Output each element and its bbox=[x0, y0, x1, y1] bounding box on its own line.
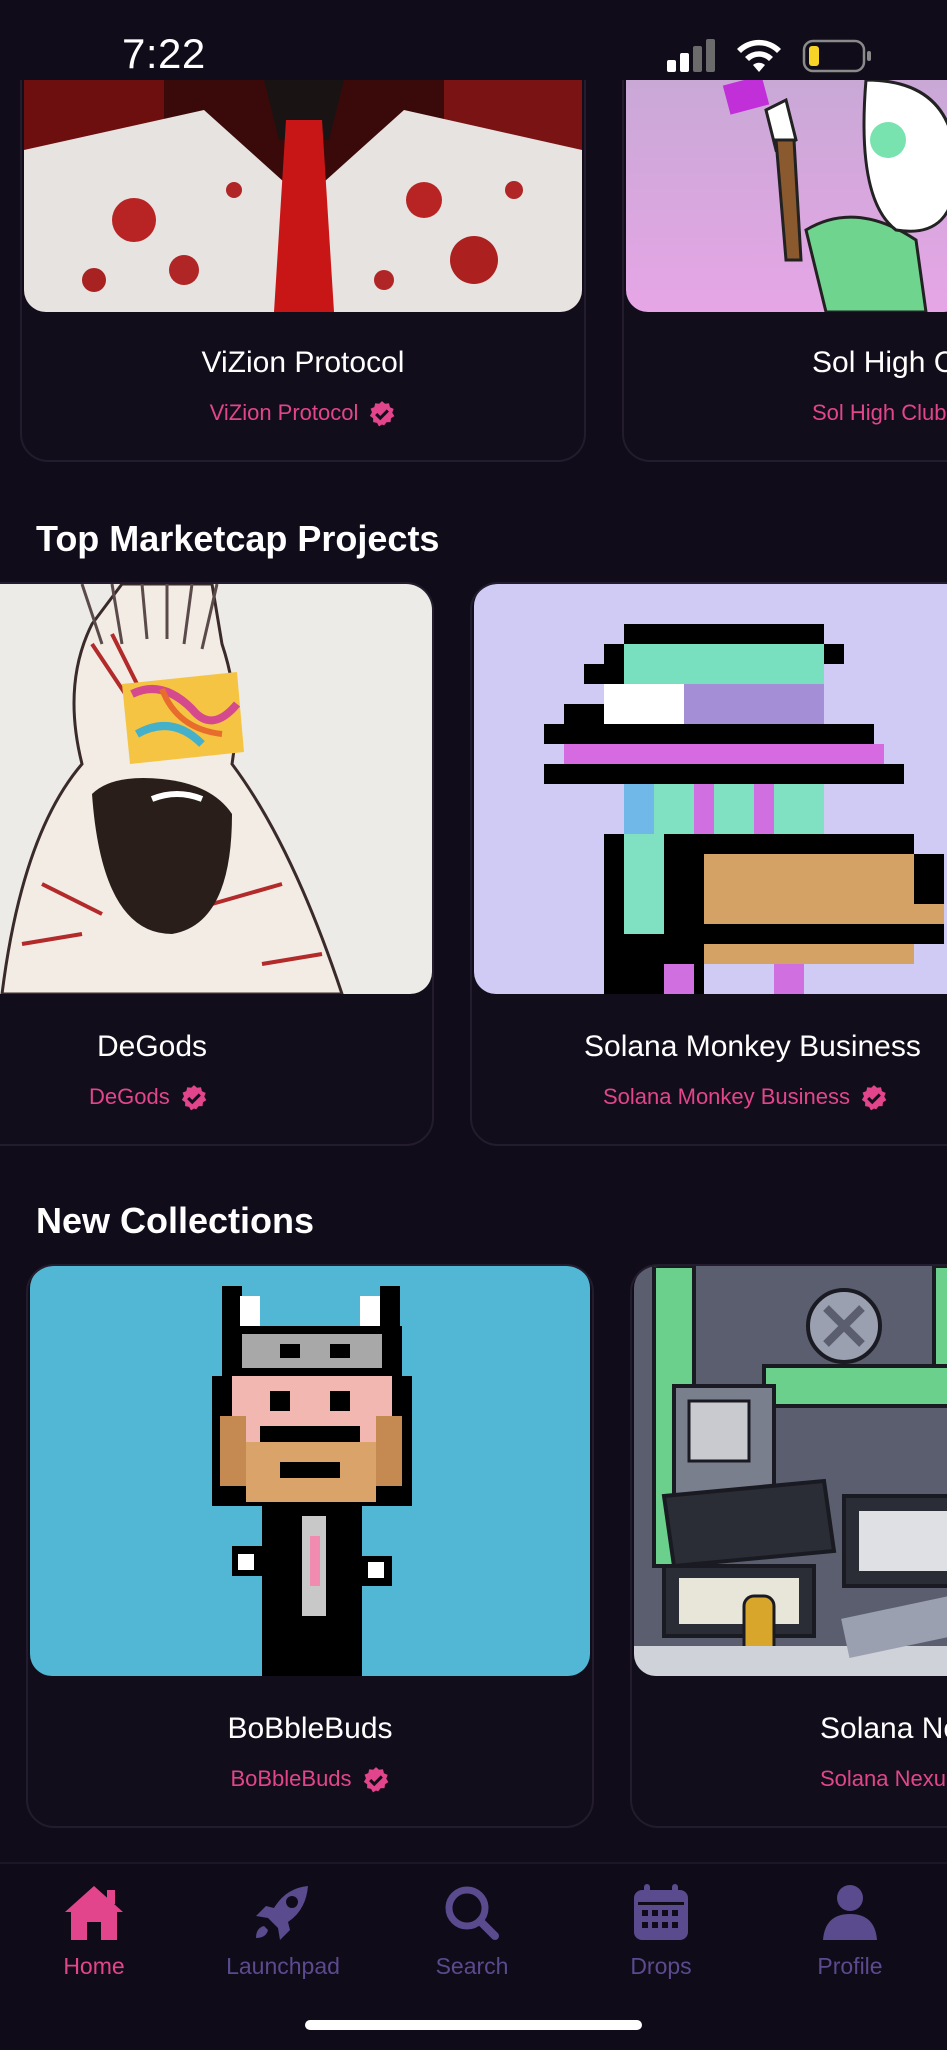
verified-badge-icon bbox=[861, 1085, 887, 1111]
home-icon bbox=[65, 1886, 123, 1940]
nft-image bbox=[0, 584, 432, 994]
home-indicator bbox=[305, 2020, 642, 2030]
card-creator[interactable]: Sol High Club bbox=[812, 400, 947, 426]
tab-profile[interactable]: Profile bbox=[780, 1882, 920, 1980]
nft-image bbox=[634, 1266, 947, 1676]
tab-label: Drops bbox=[630, 1953, 692, 1979]
collection-card[interactable]: BoBbleBuds BoBbleBuds bbox=[26, 1264, 594, 1828]
card-creator-label: BoBbleBuds bbox=[230, 1766, 352, 1791]
tab-label: Launchpad bbox=[226, 1953, 340, 1979]
nft-image bbox=[474, 584, 947, 994]
collection-card[interactable]: Solana Ne Solana Nexu bbox=[630, 1264, 947, 1828]
battery-icon bbox=[802, 39, 871, 73]
card-title: Solana Ne bbox=[820, 1712, 947, 1745]
card-creator[interactable]: BoBbleBuds bbox=[28, 1766, 592, 1794]
card-title: DeGods bbox=[97, 1030, 208, 1063]
status-time: 7:22 bbox=[122, 30, 206, 77]
card-creator[interactable]: Solana Nexu bbox=[820, 1766, 947, 1792]
card-title: BoBbleBuds bbox=[227, 1712, 393, 1745]
wifi-icon bbox=[737, 39, 781, 72]
tab-search[interactable]: Search bbox=[402, 1882, 542, 1980]
card-creator[interactable]: ViZion Protocol bbox=[22, 400, 584, 428]
verified-badge-icon bbox=[363, 1767, 388, 1793]
tab-label: Search bbox=[435, 1953, 509, 1979]
card-title: ViZion Protocol bbox=[201, 346, 405, 379]
collection-card[interactable]: Solana Monkey Business Solana Monkey Bus… bbox=[470, 582, 947, 1146]
card-title: Solana Monkey Business bbox=[584, 1030, 921, 1063]
tab-label: Profile bbox=[817, 1953, 883, 1979]
tab-label: Home bbox=[63, 1953, 125, 1979]
calendar-icon bbox=[634, 1884, 688, 1940]
card-creator-label: Sol High Club bbox=[812, 400, 947, 425]
card-creator-label: Solana Monkey Business bbox=[603, 1084, 851, 1109]
section-title: Top Marketcap Projects bbox=[36, 518, 440, 559]
card-creator-label: ViZion Protocol bbox=[209, 400, 359, 425]
profile-icon bbox=[823, 1885, 877, 1940]
card-creator-label: Solana Nexu bbox=[820, 1766, 946, 1791]
cellular-signal-icon bbox=[667, 39, 715, 72]
card-creator[interactable]: DeGods bbox=[89, 1084, 432, 1112]
nft-image bbox=[30, 1266, 590, 1676]
verified-badge-icon bbox=[181, 1085, 207, 1111]
nft-image bbox=[24, 80, 582, 312]
card-creator[interactable]: Solana Monkey Business bbox=[603, 1084, 947, 1112]
search-icon bbox=[445, 1886, 499, 1940]
tab-launchpad[interactable]: Launchpad bbox=[213, 1882, 353, 1980]
section-title: New Collections bbox=[36, 1200, 315, 1241]
card-creator-label: DeGods bbox=[89, 1084, 170, 1109]
collection-card[interactable]: DeGods DeGods bbox=[0, 582, 434, 1146]
collection-card[interactable]: Sol High C Sol High Club bbox=[622, 80, 947, 462]
rocket-icon bbox=[256, 1886, 308, 1940]
card-title: Sol High C bbox=[812, 346, 947, 379]
verified-badge-icon bbox=[370, 401, 395, 427]
collection-card[interactable]: ViZion Protocol ViZion Protocol bbox=[20, 80, 586, 462]
tab-home[interactable]: Home bbox=[24, 1882, 164, 1980]
tab-drops[interactable]: Drops bbox=[591, 1882, 731, 1980]
status-icons bbox=[667, 36, 877, 81]
nft-image bbox=[626, 80, 947, 312]
